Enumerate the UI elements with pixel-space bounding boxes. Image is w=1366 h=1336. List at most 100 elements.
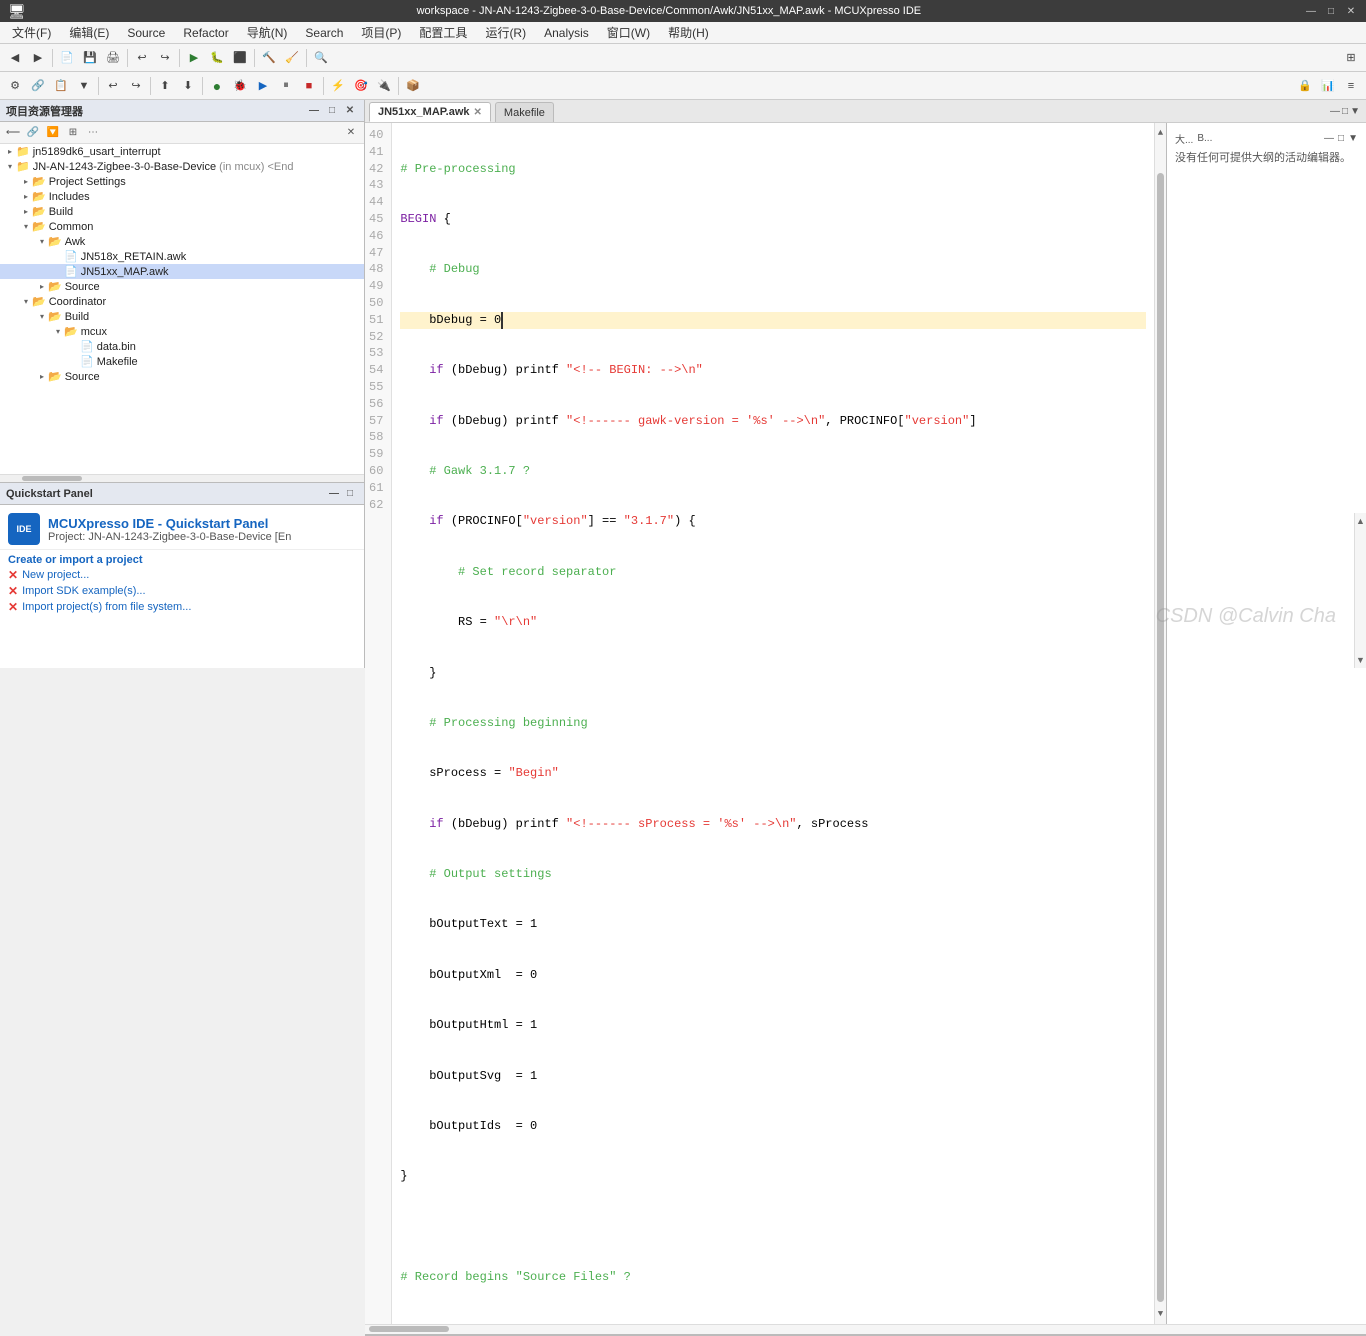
tb2-sdk[interactable]: 📦 [402,75,424,97]
menu-source[interactable]: Source [119,24,173,42]
tb2-right3[interactable]: ≡ [1340,75,1362,97]
qs-import-sdk[interactable]: ✕ Import SDK example(s)... [8,584,356,598]
tree-item-makefile[interactable]: ▸ 📄 Makefile [0,354,364,369]
menu-run[interactable]: 运行(R) [477,22,534,43]
tree-collapse[interactable]: ⟵ [4,124,22,142]
menu-navigate[interactable]: 导航(N) [239,22,296,43]
tb-run[interactable]: ▶ [183,47,205,69]
outline-viewmenu[interactable]: ▼ [1348,133,1358,144]
tb2-flash[interactable]: ⚡ [327,75,349,97]
minimize-button[interactable]: — [1304,4,1318,18]
tb2-right2[interactable]: 📊 [1317,75,1339,97]
qs-new-project[interactable]: ✕ New project... [8,568,356,582]
tb2-debug2[interactable]: 🐞 [229,75,251,97]
outline-minimize[interactable]: — [1324,133,1334,144]
code-area[interactable]: # Pre-processing BEGIN { # Debug bDebug … [392,123,1154,1324]
tb-perspective[interactable]: ⊞ [1340,47,1362,69]
tb2-btn1[interactable]: ⚙ [4,75,26,97]
tree-item-retain[interactable]: ▸ 📄 JN518x_RETAIN.awk [0,249,364,264]
editor-viewmenu[interactable]: ▼ [1350,106,1360,117]
tree-item-databin[interactable]: ▸ 📄 data.bin [0,339,364,354]
tb-print[interactable]: 🖨 [102,47,124,69]
tree-item-build2[interactable]: ▾ 📂 Build [0,309,364,324]
tab-mapawk-close[interactable]: ✕ [474,107,482,118]
tb2-btn5[interactable]: ↩ [102,75,124,97]
tree-item-awk[interactable]: ▾ 📂 Awk [0,234,364,249]
tree-item-coordinator[interactable]: ▾ 📂 Coordinator [0,294,364,309]
outline-maximize[interactable]: □ [1338,133,1344,144]
tb2-btn4[interactable]: ▼ [73,75,95,97]
outline-btn-large[interactable]: 大... [1175,131,1193,146]
qs-import-project[interactable]: ✕ Import project(s) from file system... [8,600,356,614]
menu-edit[interactable]: 编辑(E) [61,22,117,43]
tb-undo[interactable]: ↩ [131,47,153,69]
tree-item-source1[interactable]: ▸ 📂 Source [0,279,364,294]
tab-makefile[interactable]: Makefile [495,102,554,122]
tb-forward[interactable]: ▶ [27,47,49,69]
explorer-minimize[interactable]: — [306,103,322,119]
close-button[interactable]: ✕ [1344,4,1358,18]
outline-btn-b[interactable]: B... [1197,133,1212,144]
tree-close2[interactable]: ✕ [342,124,360,142]
hscroll-thumb[interactable] [369,1326,449,1332]
tb2-btn7[interactable]: ⬆ [154,75,176,97]
tb-new[interactable]: 📄 [56,47,78,69]
tb-debug[interactable]: 🐛 [206,47,228,69]
qs-create-section[interactable]: Create or import a project [8,554,356,566]
tb2-probe[interactable]: 🔌 [373,75,395,97]
tree-item-mcux[interactable]: ▾ 📂 mcux [0,324,364,339]
menu-file[interactable]: 文件(F) [4,22,59,43]
menu-config[interactable]: 配置工具 [411,22,475,43]
tb2-target[interactable]: 🎯 [350,75,372,97]
tree-item-build[interactable]: ▸ 📂 Build [0,204,364,219]
tb-redo[interactable]: ↪ [154,47,176,69]
tree-link[interactable]: 🔗 [24,124,42,142]
tree-layout[interactable]: ⊞ [64,124,82,142]
tree-item-projsettings[interactable]: ▸ 📂 Project Settings [0,174,364,189]
quickstart-minimize[interactable]: — [326,486,342,502]
editor-hscroll[interactable] [365,1324,1366,1334]
tree-item-includes[interactable]: ▸ 📂 Includes [0,189,364,204]
editor-minimize[interactable]: — [1330,106,1340,117]
tb2-btn6[interactable]: ↪ [125,75,147,97]
tb2-terminate[interactable]: ■ [298,75,320,97]
tb2-run-green[interactable]: ● [206,75,228,97]
tab-mapawk[interactable]: JN51xx_MAP.awk ✕ [369,102,491,122]
console-vscroll[interactable]: ▲ ▼ [1354,513,1366,668]
tb2-btn3[interactable]: 📋 [50,75,72,97]
tb-save[interactable]: 💾 [79,47,101,69]
scroll-thumb[interactable] [1157,173,1164,1302]
tb-build[interactable]: 🔨 [258,47,280,69]
menu-search[interactable]: Search [297,24,351,42]
tree-dots[interactable]: ⋯ [84,124,102,142]
scroll-up[interactable]: ▲ [1155,123,1166,143]
tb2-btn8[interactable]: ⬇ [177,75,199,97]
tb2-btn2[interactable]: 🔗 [27,75,49,97]
editor-vscroll[interactable]: ▲ ▼ [1154,123,1166,1324]
tb2-right1[interactable]: 🔒 [1294,75,1316,97]
menu-window[interactable]: 窗口(W) [599,22,658,43]
scroll-down[interactable]: ▼ [1155,1304,1166,1324]
tree-filter[interactable]: 🔽 [44,124,62,142]
tb-search[interactable]: 🔍 [310,47,332,69]
explorer-close[interactable]: ✕ [342,103,358,119]
maximize-button[interactable]: □ [1324,4,1338,18]
menu-help[interactable]: 帮助(H) [660,22,717,43]
tb2-suspend[interactable]: ⏸ [275,75,297,97]
ln-54: 54 [369,362,383,379]
tb-clean[interactable]: 🧹 [281,47,303,69]
explorer-maximize[interactable]: □ [324,103,340,119]
menu-refactor[interactable]: Refactor [175,24,236,42]
tree-item-jnan[interactable]: ▾ 📁 JN-AN-1243-Zigbee-3-0-Base-Device (i… [0,159,364,174]
tree-item-jn5189[interactable]: ▸ 📁 jn5189dk6_usart_interrupt [0,144,364,159]
menu-analysis[interactable]: Analysis [536,24,597,42]
tb-back[interactable]: ◀ [4,47,26,69]
tb-stop[interactable]: ⬛ [229,47,251,69]
tree-item-common[interactable]: ▾ 📂 Common [0,219,364,234]
tree-item-mapawk[interactable]: ▸ 📄 JN51xx_MAP.awk [0,264,364,279]
editor-maximize[interactable]: □ [1342,106,1348,117]
tb2-resume[interactable]: ▶ [252,75,274,97]
menu-project[interactable]: 项目(P) [353,22,409,43]
quickstart-maximize[interactable]: □ [342,486,358,502]
tree-item-source2[interactable]: ▸ 📂 Source [0,369,364,384]
